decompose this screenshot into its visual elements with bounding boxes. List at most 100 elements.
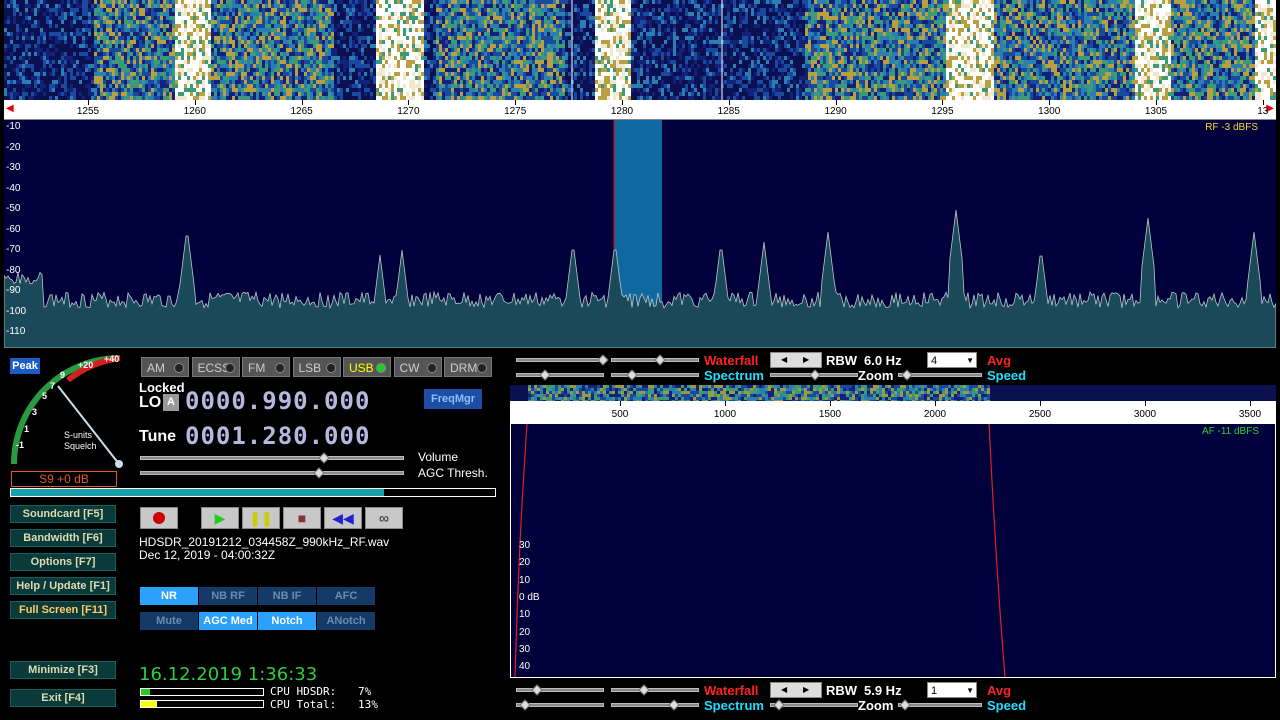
scale-label: 13 [1257, 106, 1269, 117]
rf-frequency-scale[interactable]: ◀ ▶ 1255 1260 1265 1270 1275 1280 1285 1290 1295… [4, 100, 1276, 120]
af-rbw-stepper[interactable]: ◀ ▶ [770, 682, 822, 698]
af-speed-slider[interactable] [898, 699, 982, 711]
arrow-right-icon[interactable]: ▶ [803, 355, 809, 364]
scroll-left-icon[interactable]: ◀ [6, 103, 14, 114]
s-meter-scale-label: +40 [104, 354, 119, 364]
rewind-button[interactable]: ◀◀ [324, 507, 362, 529]
mode-lsb-button[interactable]: LSB [292, 357, 341, 377]
db-label: -90 [6, 285, 21, 296]
rf-speed-label: Speed [987, 368, 1027, 383]
rf-rbw-stepper[interactable]: ◀ ▶ [770, 352, 822, 368]
af-waterfall-slider-1[interactable] [516, 684, 604, 696]
chevron-down-icon: ▼ [966, 356, 974, 365]
lo-lock-button[interactable]: A [163, 394, 179, 411]
dsp-notch-button[interactable]: Notch [258, 612, 316, 630]
db-label: -10 [6, 121, 21, 132]
help-button[interactable]: Help / Update [F1] [10, 577, 116, 595]
bandwidth-button[interactable]: Bandwidth [F6] [10, 529, 116, 547]
play-button[interactable]: ▶ [201, 507, 239, 529]
cpu-total-value: 13% [358, 698, 378, 711]
scale-label: 1300 [1038, 106, 1061, 117]
af-avg-select[interactable]: 1 ▼ [927, 682, 977, 698]
agc-threshold-slider[interactable] [140, 467, 404, 479]
peak-button[interactable]: Peak [10, 358, 40, 374]
minimize-button[interactable]: Minimize [F3] [10, 661, 116, 679]
freqmgr-button[interactable]: FreqMgr [424, 389, 482, 409]
arrow-left-icon[interactable]: ◀ [781, 685, 787, 694]
volume-thumb[interactable] [318, 452, 330, 464]
lo-frequency[interactable]: 0000.990.000 [185, 387, 370, 415]
dsp-mute-button[interactable]: Mute [140, 612, 198, 630]
af-zoom-slider[interactable] [770, 699, 858, 711]
mode-label: CW [399, 361, 420, 375]
arrow-right-icon[interactable]: ▶ [803, 685, 809, 694]
af-scale-tick [1145, 401, 1146, 406]
af-avg-label: Avg [987, 683, 1012, 698]
scale-label: 1285 [717, 106, 740, 117]
af-spectrum[interactable]: AF -11 dBFS 30 20 10 0 dB 10 20 30 40 [510, 423, 1276, 678]
dsp-agc-med-button[interactable]: AGC Med [199, 612, 257, 630]
af-db-label: 30 [519, 643, 531, 655]
scale-label: 1305 [1144, 106, 1168, 117]
agc-threshold-label: AGC Thresh. [418, 466, 488, 480]
tune-label: Tune [139, 428, 177, 445]
stop-button[interactable]: ■ [283, 507, 321, 529]
mode-fm-button[interactable]: FM [242, 357, 290, 377]
lo-label: LO [139, 394, 162, 411]
arrow-left-icon[interactable]: ◀ [781, 355, 787, 364]
mode-ecss-button[interactable]: ECSS [191, 357, 240, 377]
rewind-icon: ◀◀ [332, 510, 354, 526]
rf-waterfall-slider-1[interactable] [516, 354, 609, 366]
exit-button[interactable]: Exit [F4] [10, 689, 116, 707]
af-db-label: 0 dB [519, 591, 540, 603]
dsp-nb-rf-button[interactable]: NB RF [199, 587, 257, 605]
record-button[interactable] [140, 507, 178, 529]
agc-threshold-thumb[interactable] [312, 467, 325, 479]
rf-waterfall[interactable] [4, 0, 1276, 100]
af-spectrum-slider-1[interactable] [516, 699, 604, 711]
rf-waterfall-slider-2[interactable] [611, 354, 699, 366]
mode-led-icon [376, 363, 386, 373]
rf-avg-select[interactable]: 4 ▼ [927, 352, 977, 368]
mode-led-icon [174, 363, 184, 373]
af-scale-tick [725, 401, 726, 406]
af-db-label: 10 [519, 574, 531, 586]
af-waterfall[interactable] [510, 385, 1276, 401]
rf-spectrum-slider-1[interactable] [516, 369, 604, 381]
rf-zoom-slider[interactable] [770, 369, 858, 381]
db-label: -100 [6, 305, 27, 317]
af-waterfall-slider-2[interactable] [611, 684, 699, 696]
mode-cw-button[interactable]: CW [393, 357, 442, 377]
rf-rbw-label: RBW [826, 353, 858, 368]
cpu-total-fill [141, 701, 157, 707]
mode-label: USB [349, 361, 374, 375]
scale-label: 1280 [610, 106, 634, 117]
af-avg-value: 1 [931, 685, 938, 697]
af-spectrum-slider-2[interactable] [611, 699, 699, 711]
recording-date: Dec 12, 2019 - 04:00:32Z [139, 548, 276, 562]
soundcard-button[interactable]: Soundcard [F5] [10, 505, 116, 523]
rf-spectrum-slider-2[interactable] [611, 369, 699, 381]
scale-tick [728, 100, 730, 105]
tune-frequency[interactable]: 0001.280.000 [185, 422, 370, 450]
af-rbw-value: 5.9 Hz [864, 683, 902, 698]
mode-am-button[interactable]: AM [141, 357, 189, 377]
pause-button[interactable]: ❚❚ [242, 507, 280, 529]
af-frequency-scale[interactable]: 500 1000 1500 2000 2500 3000 3500 [510, 401, 1276, 423]
dsp-afc-button[interactable]: AFC [317, 587, 375, 605]
rf-speed-slider[interactable] [898, 369, 982, 381]
rf-spectrum-label: Spectrum [704, 368, 764, 383]
af-scale-label: 3500 [1238, 409, 1262, 420]
mode-usb-button[interactable]: USB [343, 357, 391, 377]
mode-drm-button[interactable]: DRM [444, 357, 492, 377]
dsp-anotch-button[interactable]: ANotch [317, 612, 375, 630]
loop-button[interactable]: ∞ [365, 507, 403, 529]
rf-spectrum[interactable]: -10 -20 -30 -40 -50 -60 -70 -80 -90 -100 -110 RF -… [4, 120, 1276, 348]
dsp-nr-button[interactable]: NR [140, 587, 198, 605]
dsp-nb-if-button[interactable]: NB IF [258, 587, 316, 605]
options-button[interactable]: Options [F7] [10, 553, 116, 571]
s-meter-scale-label: 1 [24, 424, 29, 434]
volume-slider[interactable] [140, 452, 404, 464]
s-meter: -1 1 3 5 7 9 +20 +40 Peak S-units Squelch [8, 352, 128, 474]
fullscreen-button[interactable]: Full Screen [F11] [10, 601, 116, 619]
